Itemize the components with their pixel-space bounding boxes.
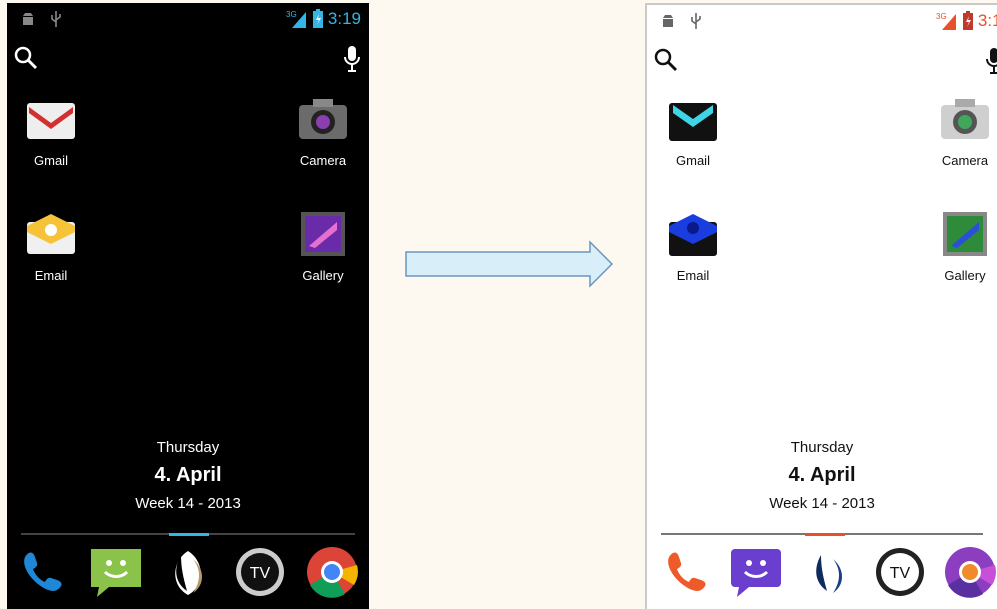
app-email[interactable]: Email bbox=[11, 208, 91, 283]
app-label: Camera bbox=[299, 153, 347, 168]
browser-logo-icon[interactable] bbox=[161, 545, 215, 599]
phone-icon[interactable] bbox=[659, 545, 713, 599]
app-email[interactable]: Email bbox=[653, 208, 733, 283]
svg-text:TV: TV bbox=[250, 565, 271, 582]
svg-text:3G: 3G bbox=[936, 12, 947, 21]
email-icon bbox=[27, 214, 75, 254]
chrome-icon[interactable] bbox=[943, 545, 997, 599]
app-gmail[interactable]: Gmail bbox=[11, 93, 91, 168]
camera-icon bbox=[299, 99, 347, 139]
chrome-icon[interactable] bbox=[305, 545, 359, 599]
date-widget-day: Thursday bbox=[156, 439, 220, 456]
dock: TV bbox=[7, 545, 369, 605]
tv-icon[interactable]: TV bbox=[873, 545, 927, 599]
app-label: Gallery bbox=[302, 268, 344, 283]
app-label: Gmail bbox=[34, 153, 68, 168]
app-label: Camera bbox=[941, 153, 989, 168]
app-label: Email bbox=[34, 268, 68, 283]
gmail-icon bbox=[27, 103, 75, 139]
svg-text:TV: TV bbox=[890, 565, 911, 582]
app-gallery[interactable]: Gallery bbox=[925, 208, 997, 283]
date-widget-day: Thursday bbox=[790, 439, 854, 456]
date-widget-date: 4. April bbox=[154, 464, 222, 486]
status-bar: 3G 3:19 bbox=[7, 3, 369, 35]
date-widget[interactable]: Thursday 4. April Week 14 - 2013 bbox=[647, 439, 997, 512]
battery-icon bbox=[962, 11, 973, 30]
app-label: Gmail bbox=[676, 153, 710, 168]
android-debug-icon bbox=[23, 13, 33, 25]
app-label: Gallery bbox=[944, 268, 986, 283]
camera-icon bbox=[941, 99, 989, 139]
date-widget-date: 4. April bbox=[788, 464, 856, 486]
app-camera[interactable]: Camera bbox=[283, 93, 363, 168]
email-icon bbox=[669, 214, 717, 256]
gallery-icon bbox=[943, 212, 987, 256]
messaging-icon[interactable] bbox=[89, 545, 143, 599]
status-bar: 3G 3:18 bbox=[647, 5, 997, 37]
battery-icon bbox=[312, 9, 323, 28]
app-label: Email bbox=[676, 268, 710, 283]
mic-icon[interactable] bbox=[343, 45, 361, 73]
phone-icon[interactable] bbox=[15, 545, 69, 599]
status-clock: 3:19 bbox=[327, 9, 361, 28]
phone-screen-original: 3G 3:19 Gmail Camera Email Gallery Thurs… bbox=[7, 3, 369, 609]
svg-text:3G: 3G bbox=[286, 10, 297, 19]
usb-icon bbox=[51, 11, 61, 27]
date-widget-week: Week 14 - 2013 bbox=[135, 495, 241, 512]
app-camera[interactable]: Camera bbox=[925, 93, 997, 168]
messaging-icon[interactable] bbox=[729, 545, 783, 599]
dock: TV bbox=[647, 545, 997, 605]
mic-icon[interactable] bbox=[985, 47, 997, 75]
app-gallery[interactable]: Gallery bbox=[283, 208, 363, 283]
signal-3g-icon: 3G bbox=[936, 12, 956, 30]
gmail-icon bbox=[669, 103, 717, 141]
date-widget[interactable]: Thursday 4. April Week 14 - 2013 bbox=[7, 439, 369, 512]
usb-icon bbox=[691, 13, 701, 29]
browser-logo-icon[interactable] bbox=[801, 545, 855, 599]
search-icon[interactable] bbox=[653, 47, 679, 73]
tv-icon[interactable]: TV bbox=[233, 545, 287, 599]
status-clock: 3:18 bbox=[977, 11, 997, 30]
date-widget-week: Week 14 - 2013 bbox=[769, 495, 875, 512]
gallery-icon bbox=[301, 212, 345, 256]
search-icon[interactable] bbox=[13, 45, 39, 71]
page-indicator bbox=[805, 533, 845, 536]
page-indicator bbox=[169, 533, 209, 536]
app-gmail[interactable]: Gmail bbox=[653, 93, 733, 168]
transform-arrow-icon bbox=[405, 240, 614, 288]
android-debug-icon bbox=[663, 15, 673, 27]
signal-3g-icon: 3G bbox=[286, 10, 306, 28]
phone-screen-themed: 3G 3:18 Gmail Camera Email Gallery Thurs… bbox=[645, 3, 997, 609]
